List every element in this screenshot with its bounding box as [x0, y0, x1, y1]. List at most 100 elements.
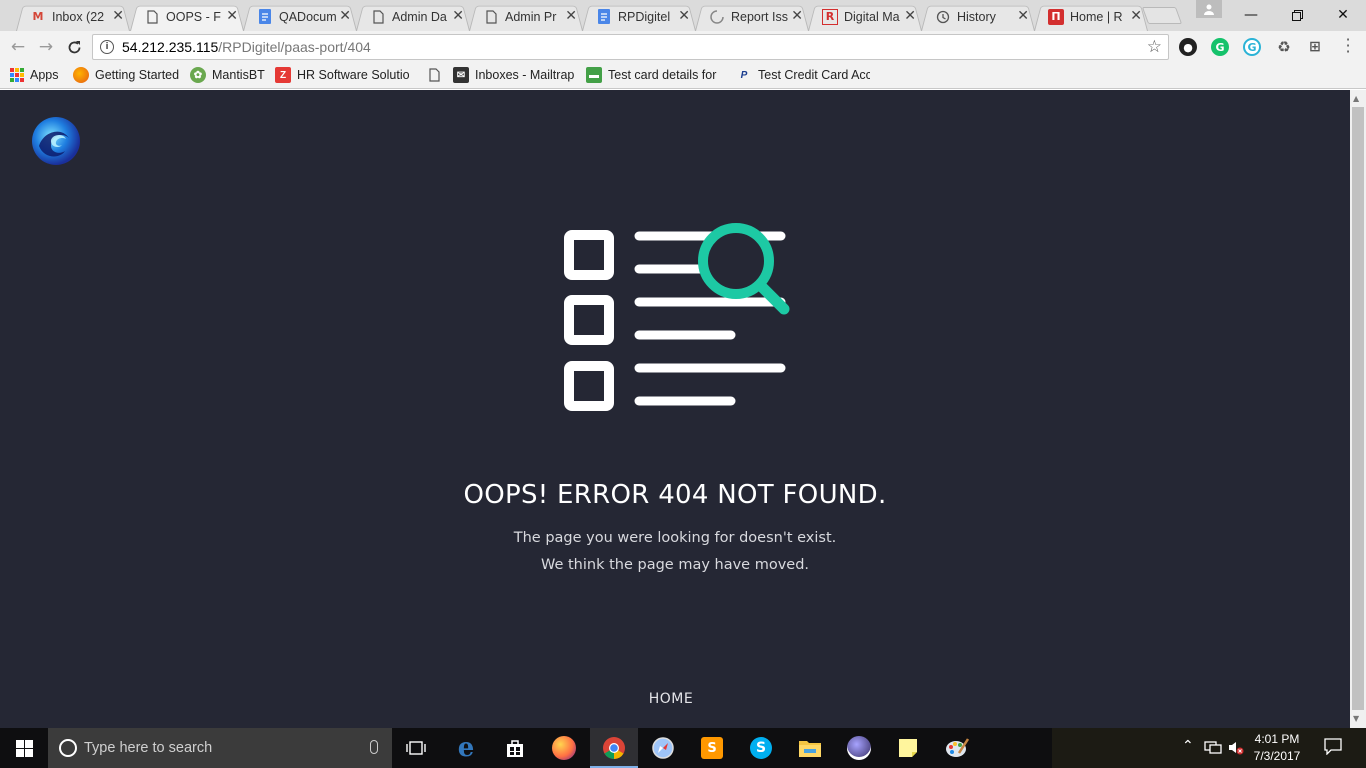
bookmark-test-credit-card[interactable]: P Test Credit Card Acco [736, 66, 870, 84]
chrome-icon[interactable] [590, 728, 638, 768]
rp-logo-icon: П [1048, 8, 1064, 25]
store-icon[interactable] [491, 728, 539, 768]
minimize-icon[interactable]: — [1228, 0, 1274, 30]
bookmark-label: Apps [30, 68, 59, 82]
tab-title: History [957, 9, 996, 24]
close-tab-icon[interactable]: ✕ [452, 9, 464, 23]
info-icon[interactable]: i [100, 40, 114, 54]
tab-home[interactable]: П Home | R ✕ [1028, 2, 1154, 31]
close-tab-icon[interactable]: ✕ [678, 9, 690, 23]
tab-title: QADocum [279, 9, 337, 24]
bookmark-label: MantisBT [212, 68, 265, 82]
error-headline: OOPS! ERROR 404 NOT FOUND. [463, 480, 887, 510]
close-window-icon[interactable]: ✕ [1320, 0, 1366, 30]
tab-qadocum[interactable]: QADocum ✕ [237, 2, 363, 31]
close-tab-icon[interactable]: ✕ [339, 9, 351, 23]
system-tray: ⌃ [1052, 728, 1366, 768]
gmail-icon: M [32, 10, 44, 23]
firefox-icon[interactable] [540, 728, 588, 768]
tab-admin-pr[interactable]: Admin Pr ✕ [463, 2, 589, 31]
windows-start-icon[interactable] [0, 728, 48, 768]
taskbar-clock[interactable]: 4:01 PM 7/3/2017 [1250, 731, 1304, 765]
site-logo-icon[interactable] [31, 116, 81, 166]
close-tab-icon[interactable]: ✕ [1017, 9, 1029, 23]
bookmark-page[interactable] [426, 66, 448, 84]
back-icon[interactable]: ← [8, 37, 28, 57]
firefox-icon [73, 67, 89, 83]
restore-icon[interactable] [1274, 0, 1320, 30]
windows-taskbar: Type here to search e S S ⌃ 4:01 PM 7/3/… [0, 728, 1366, 768]
tab-title: Report Iss [731, 9, 788, 24]
page-icon [426, 67, 442, 83]
address-bar[interactable]: i 54.212.235.115/RPDigitel/paas-port/404… [92, 34, 1169, 60]
recycle-icon[interactable]: ♻ [1275, 38, 1293, 56]
mantis-icon: ✿ [190, 67, 206, 83]
tab-oops[interactable]: OOPS - F ✕ [124, 2, 250, 31]
safari-icon[interactable] [639, 728, 687, 768]
close-tab-icon[interactable]: ✕ [791, 9, 803, 23]
tab-title: Inbox (22 [52, 9, 105, 24]
card-icon: ▬ [586, 67, 602, 83]
tab-history[interactable]: History ✕ [915, 2, 1041, 31]
network-icon[interactable] [1204, 740, 1222, 759]
browser-toolbar: ← → i 54.212.235.115/RPDigitel/paas-port… [0, 31, 1366, 62]
page-scrollbar[interactable]: ▲ ▼ [1350, 90, 1366, 728]
scroll-up-icon[interactable]: ▲ [1353, 94, 1359, 103]
file-explorer-icon[interactable] [786, 728, 834, 768]
grammarly-icon[interactable]: G [1211, 38, 1229, 56]
skype-icon[interactable]: S [737, 728, 785, 768]
eclipse-icon[interactable] [835, 728, 883, 768]
tab-title: Digital Ma [844, 9, 900, 24]
forward-icon[interactable]: → [36, 37, 56, 57]
tab-title: RPDigitel [618, 9, 671, 24]
tab-rpdigitel[interactable]: RPDigitel ✕ [576, 2, 702, 31]
bookmark-hr-software[interactable]: Z HR Software Solution [275, 66, 409, 84]
zoho-icon: Z [275, 67, 291, 83]
task-view-icon[interactable] [392, 728, 440, 768]
bookmark-label: Test card details for y [608, 68, 720, 82]
sublime-icon[interactable]: S [688, 728, 736, 768]
bookmark-getting-started[interactable]: Getting Started [73, 66, 179, 84]
volume-muted-icon[interactable] [1228, 740, 1244, 759]
new-tab-button[interactable] [1141, 7, 1183, 24]
home-link[interactable]: HOME [0, 691, 1342, 707]
tab-title: Admin Da [392, 9, 447, 24]
mailtrap-icon: ✉ [453, 67, 469, 83]
paypal-icon: P [740, 69, 748, 81]
url-path: /RPDigitel/paas-port/404 [218, 39, 371, 55]
close-tab-icon[interactable]: ✕ [904, 9, 916, 23]
bookmark-test-card[interactable]: ▬ Test card details for y [586, 66, 720, 84]
paint-icon[interactable] [933, 728, 981, 768]
profile-icon[interactable] [1196, 0, 1222, 18]
tab-inbox[interactable]: M Inbox (22 ✕ [10, 2, 136, 31]
microphone-icon[interactable] [370, 740, 378, 754]
reload-icon[interactable] [64, 37, 84, 57]
tab-report-issue[interactable]: Report Iss ✕ [689, 2, 815, 31]
show-hidden-icons-icon[interactable]: ⌃ [1182, 738, 1194, 754]
tab-digital-ma[interactable]: R Digital Ma ✕ [802, 2, 928, 31]
bookmark-apps[interactable]: Apps [10, 66, 59, 84]
error-message-line-2: We think the page may have moved. [540, 557, 810, 573]
scroll-thumb[interactable] [1352, 107, 1364, 710]
close-tab-icon[interactable]: ✕ [1130, 9, 1142, 23]
bookmark-star-icon[interactable]: ☆ [1147, 37, 1162, 57]
tab-admin-da[interactable]: Admin Da ✕ [350, 2, 476, 31]
url-text: 54.212.235.115/RPDigitel/paas-port/404 [122, 39, 371, 55]
sticky-notes-icon[interactable] [884, 728, 932, 768]
google-docs-icon [257, 9, 273, 25]
bookmark-mailtrap[interactable]: ✉ Inboxes - Mailtrap [453, 66, 574, 84]
extension-g-icon[interactable]: G [1243, 38, 1261, 56]
close-tab-icon[interactable]: ✕ [565, 9, 577, 23]
close-tab-icon[interactable]: ✕ [226, 9, 238, 23]
extension-color-icon[interactable]: ● [1179, 38, 1197, 56]
scroll-down-icon[interactable]: ▼ [1353, 714, 1359, 723]
error-message-line-1: The page you were looking for doesn't ex… [513, 530, 837, 546]
edge-icon[interactable]: e [442, 728, 490, 768]
bookmark-mantisbt[interactable]: ✿ MantisBT [190, 66, 265, 84]
taskbar-search-box[interactable]: Type here to search [48, 728, 392, 768]
action-center-icon[interactable] [1324, 737, 1342, 759]
menu-icon[interactable]: · · · [1340, 32, 1356, 60]
close-tab-icon[interactable]: ✕ [112, 9, 124, 23]
loading-icon [709, 9, 725, 25]
extension-grid-icon[interactable]: ⊞ [1306, 38, 1324, 56]
